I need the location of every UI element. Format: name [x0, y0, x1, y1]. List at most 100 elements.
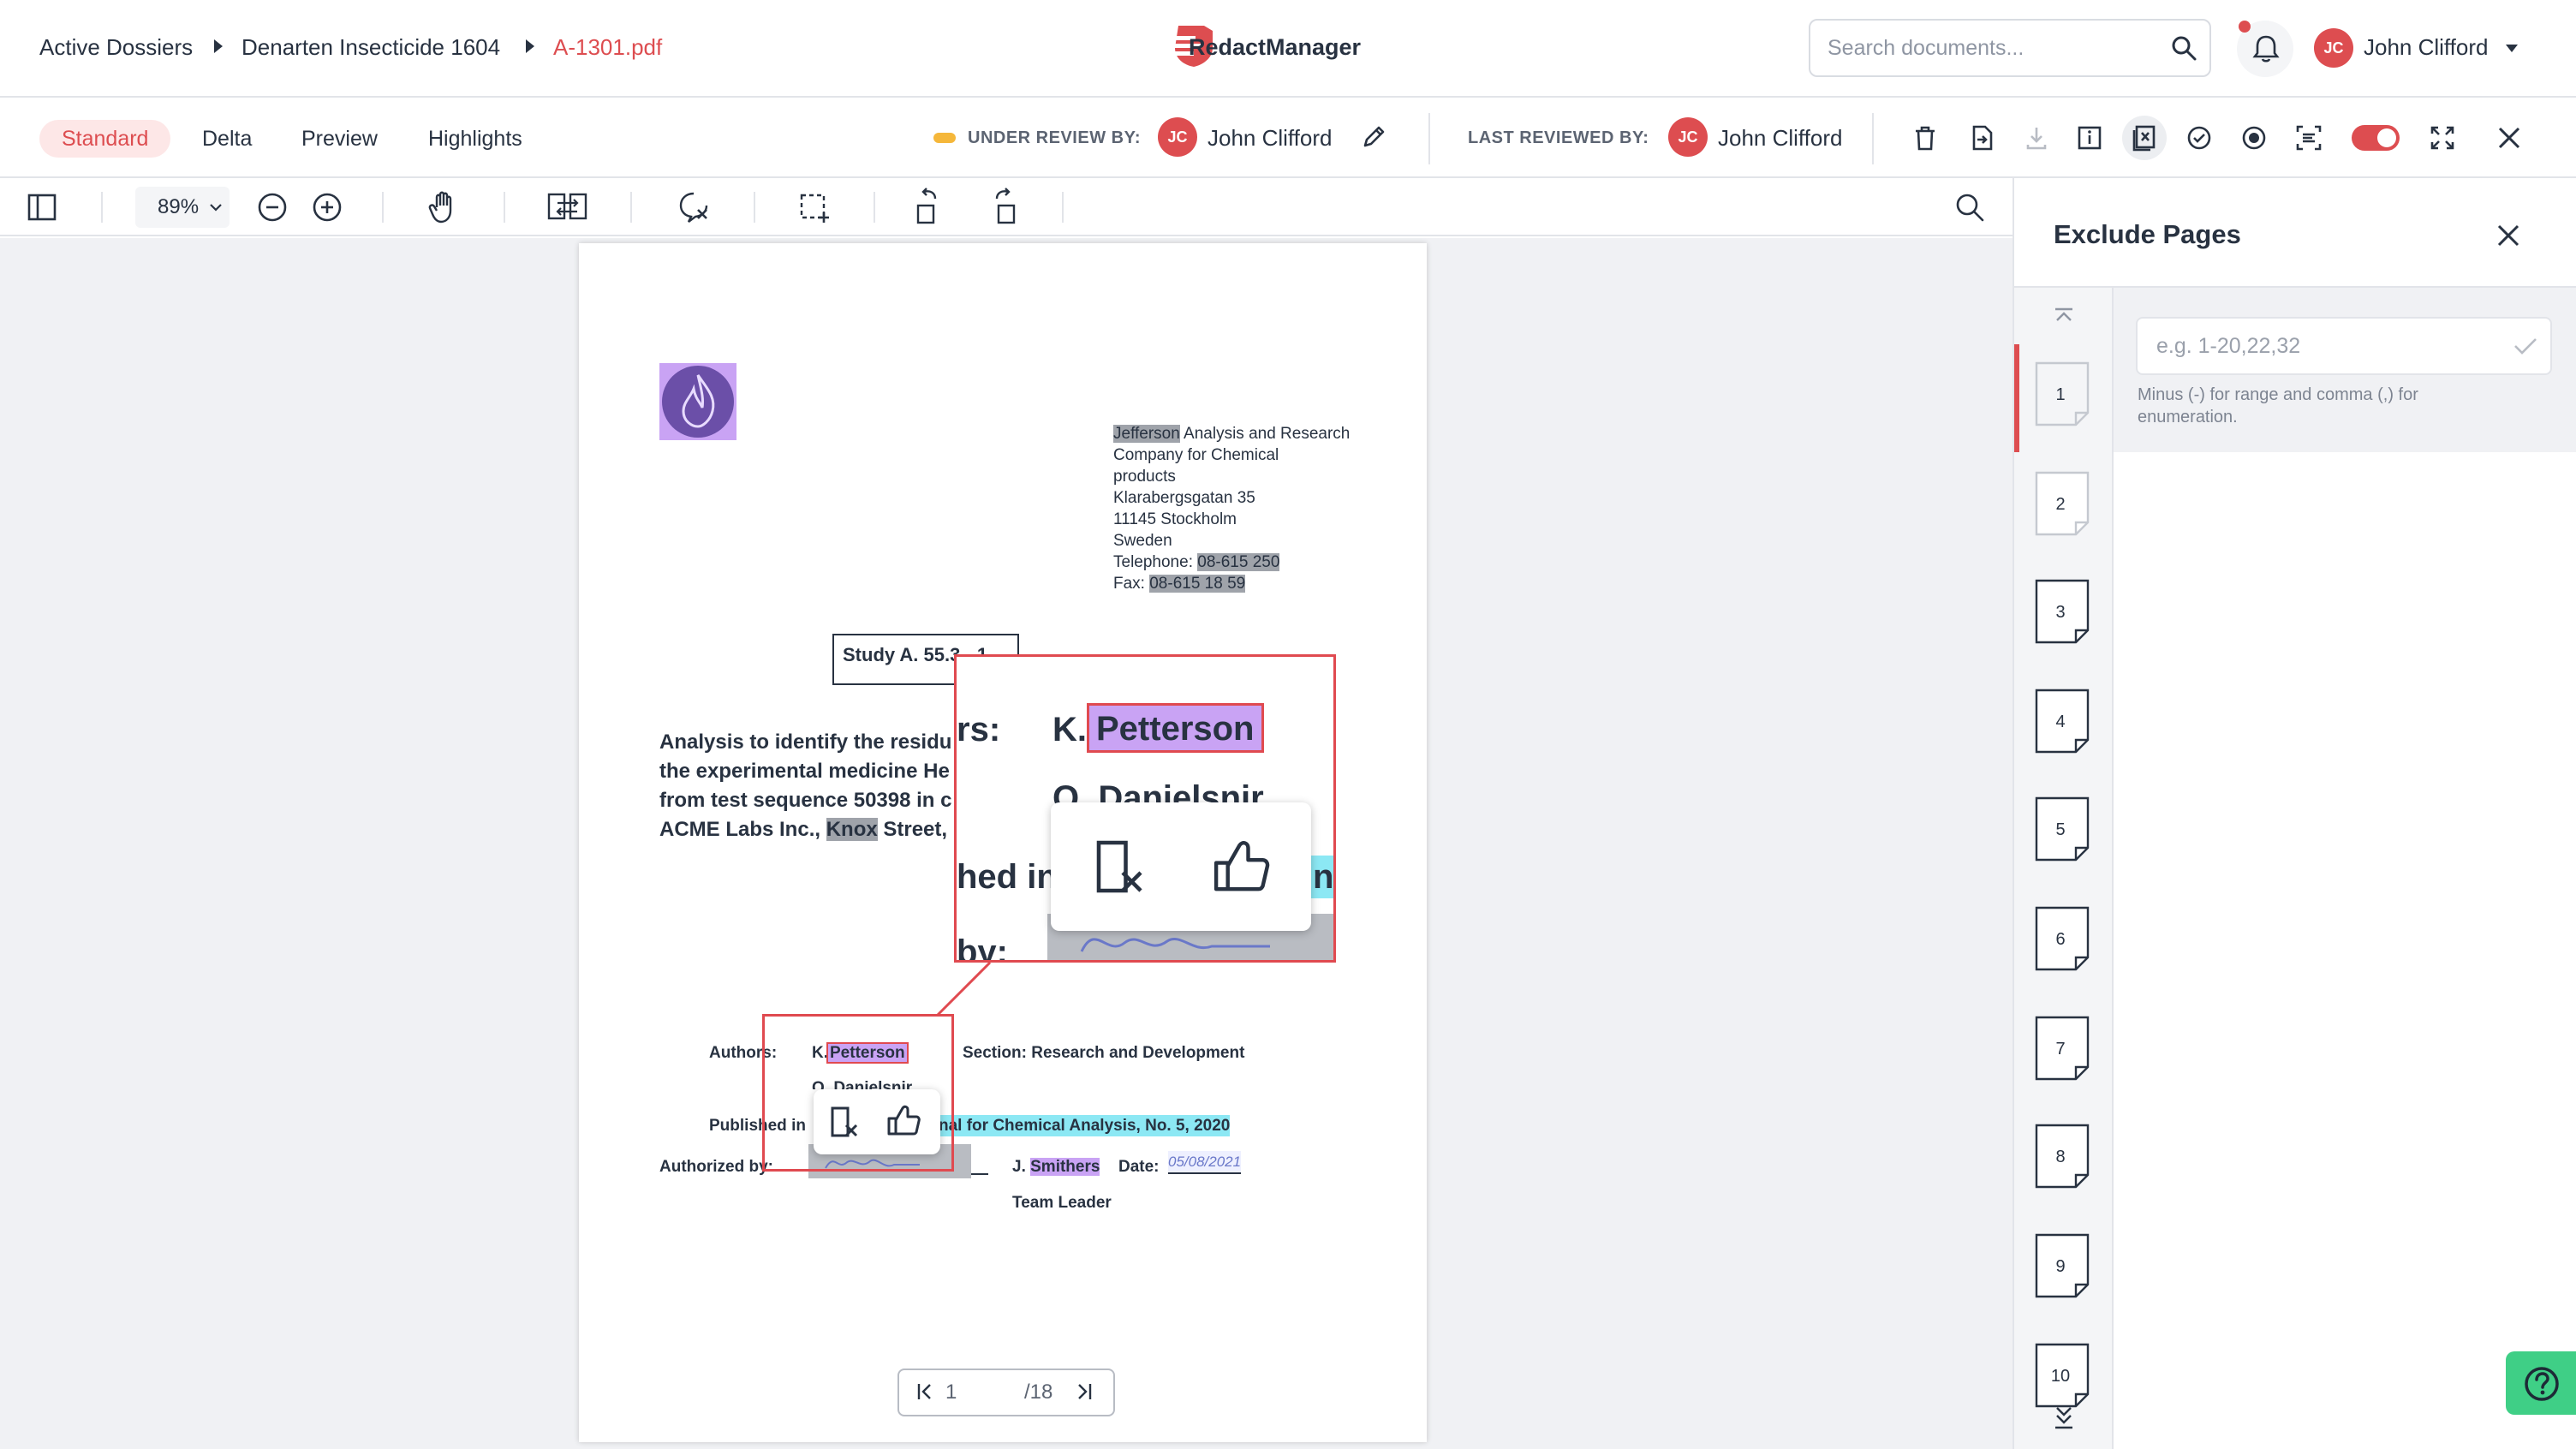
page-range-field[interactable] — [2136, 317, 2552, 375]
last-page-icon[interactable] — [1072, 1380, 1094, 1403]
export-button[interactable] — [1959, 116, 2004, 160]
search-box[interactable] — [1809, 19, 2211, 77]
tab-highlights[interactable]: Highlights — [406, 120, 545, 158]
page-thumbnail[interactable]: 7 — [2035, 1016, 2091, 1082]
page-thumbnail[interactable]: 9 — [2035, 1233, 2091, 1300]
exclude-pages-button[interactable] — [2122, 116, 2167, 160]
page-thumbnail[interactable]: 4 — [2035, 689, 2091, 755]
page-thumbnail[interactable]: 6 — [2035, 906, 2091, 973]
close-document-button[interactable] — [2487, 116, 2531, 160]
annotation-actions-popup — [814, 1089, 940, 1154]
zoom-out-icon[interactable] — [257, 192, 288, 223]
status-indicator — [933, 133, 956, 143]
page-thumbnail-number: 3 — [2055, 603, 2066, 622]
brand-name: RedactManager — [1189, 34, 1362, 60]
divider — [1872, 113, 1874, 164]
user-name[interactable]: John Clifford — [2364, 34, 2489, 61]
page-thumbnail-number: 4 — [2055, 713, 2066, 731]
page-thumbnail[interactable]: 3 — [2035, 579, 2091, 646]
record-button[interactable] — [2232, 116, 2276, 160]
tab-preview[interactable]: Preview — [279, 120, 400, 158]
exclude-redaction-icon[interactable] — [826, 1105, 860, 1139]
redaction-jefferson[interactable]: Jefferson — [1113, 425, 1180, 443]
search-document-icon[interactable] — [1954, 192, 1985, 223]
search-icon[interactable] — [2170, 34, 2197, 62]
redaction-fax[interactable]: 08-615 18 59 — [1149, 575, 1246, 593]
close-icon — [2498, 127, 2520, 149]
lens-authors-label: rs: — [957, 711, 1001, 748]
published-source-highlight[interactable]: nal for Chemical Analysis, No. 5, 2020 — [939, 1115, 1231, 1136]
search-input[interactable] — [1828, 21, 2162, 75]
tab-delta[interactable]: Delta — [180, 120, 274, 158]
flame-logo-icon — [662, 366, 734, 438]
chevron-down-icon[interactable] — [2506, 45, 2518, 52]
remove-annotations-icon[interactable] — [677, 190, 711, 224]
document-info-button[interactable] — [2067, 116, 2112, 160]
divider — [630, 192, 632, 223]
lens-authorized-label: by: — [957, 933, 1008, 963]
area-select-icon[interactable] — [798, 190, 832, 224]
analysis-paragraph: Analysis to identify the residu the expe… — [659, 730, 959, 841]
first-page-icon[interactable] — [915, 1380, 937, 1403]
lens-published-label: hed in — [957, 858, 1058, 896]
signature-line — [971, 1173, 988, 1175]
divider — [874, 192, 875, 223]
redaction-telephone[interactable]: 08-615 250 — [1197, 553, 1280, 571]
redaction-smithers[interactable]: Smithers — [1030, 1158, 1100, 1176]
toggle-sidebar-icon[interactable] — [27, 194, 57, 221]
expand-icon — [2430, 126, 2454, 150]
delete-button[interactable] — [1903, 116, 1947, 160]
breadcrumb-separator-icon — [526, 39, 534, 53]
exclude-redaction-icon[interactable] — [1087, 837, 1147, 897]
confirm-check-icon[interactable] — [2513, 336, 2538, 356]
ocr-button[interactable] — [2287, 116, 2331, 160]
page-total: /18 — [1024, 1380, 1053, 1404]
scan-text-icon — [2296, 125, 2322, 151]
help-button[interactable] — [2506, 1351, 2576, 1415]
last-reviewed-label: LAST REVIEWED BY: — [1468, 128, 1649, 147]
page-thumbnail[interactable]: 1 — [2035, 361, 2091, 428]
date-value[interactable]: 05/08/2021 — [1168, 1151, 1242, 1174]
download-button[interactable] — [2014, 116, 2059, 160]
zoom-in-icon[interactable] — [312, 192, 343, 223]
thumbs-up-icon[interactable] — [1210, 837, 1272, 895]
breadcrumb-separator-icon — [214, 39, 223, 53]
address-line: Klarabergsgatan 35 — [1113, 489, 1255, 507]
address-line: products — [1113, 468, 1176, 486]
rotate-left-icon[interactable] — [913, 187, 947, 226]
edit-pencil-icon[interactable] — [1360, 123, 1387, 151]
breadcrumb-item-dossier[interactable]: Denarten Insecticide 1604 — [242, 34, 500, 61]
under-review-name[interactable]: John Clifford — [1208, 125, 1333, 152]
page-thumbnail[interactable]: 5 — [2035, 796, 2091, 863]
magnifier-connector — [935, 961, 992, 1017]
page-number-input[interactable] — [945, 1377, 1014, 1408]
panel-title: Exclude Pages — [2054, 219, 2241, 249]
magnifier-lens: rs: K. Petterson O. Danielsnir hed in n … — [954, 654, 1336, 963]
under-review-label: UNDER REVIEW BY: — [968, 128, 1142, 147]
fullscreen-button[interactable] — [2420, 116, 2465, 160]
info-icon — [2078, 126, 2102, 150]
chevron-down-icon[interactable] — [209, 202, 223, 212]
company-logo-redaction[interactable] — [659, 363, 736, 440]
scroll-to-bottom-icon[interactable] — [2052, 1404, 2076, 1430]
breadcrumb-item-active-dossiers[interactable]: Active Dossiers — [39, 34, 193, 61]
pan-hand-icon[interactable] — [428, 190, 461, 224]
compare-pages-icon[interactable] — [546, 190, 589, 224]
tab-standard[interactable]: Standard — [39, 120, 171, 158]
scroll-to-top-icon[interactable] — [2052, 307, 2076, 329]
record-icon — [2242, 126, 2266, 150]
approve-button[interactable] — [2177, 116, 2221, 160]
redaction-knox[interactable]: Knox — [826, 818, 878, 841]
page-thumbnail[interactable]: 8 — [2035, 1124, 2091, 1190]
breadcrumb-item-file[interactable]: A-1301.pdf — [553, 34, 662, 61]
thumbs-up-icon[interactable] — [886, 1103, 921, 1137]
lens-redaction-petterson[interactable]: Petterson — [1087, 703, 1264, 753]
lens-published-highlight[interactable]: n — [1308, 856, 1333, 898]
page-thumbnail[interactable]: 10 — [2035, 1343, 2091, 1410]
user-avatar[interactable]: JC — [2314, 28, 2353, 68]
close-panel-icon[interactable] — [2496, 223, 2521, 248]
page-range-input[interactable] — [2156, 319, 2516, 373]
toggle-switch[interactable] — [2352, 125, 2400, 151]
page-thumbnail[interactable]: 2 — [2035, 471, 2091, 538]
rotate-right-icon[interactable] — [985, 187, 1019, 226]
